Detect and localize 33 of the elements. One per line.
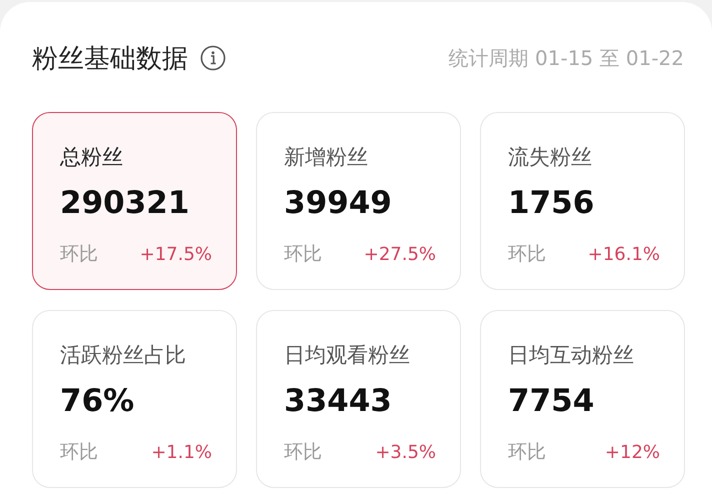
metric-label: 新增粉丝 <box>284 144 369 171</box>
compare-label: 环比 <box>508 440 546 465</box>
metric-card[interactable]: 流失粉丝 1756 环比 +16.1% <box>480 112 685 290</box>
change-value: +27.5% <box>364 244 436 264</box>
compare-label: 环比 <box>60 242 98 267</box>
change-value: +17.5% <box>140 244 212 264</box>
metric-label: 流失粉丝 <box>508 144 593 171</box>
metric-label: 日均互动粉丝 <box>508 342 635 369</box>
period-text: 统计周期 01-15 至 01-22 <box>448 44 684 72</box>
metric-card[interactable]: 新增粉丝 39949 环比 +27.5% <box>256 112 461 290</box>
metric-value: 7754 <box>508 383 596 419</box>
metric-card[interactable]: 日均观看粉丝 33443 环比 +3.5% <box>256 310 461 488</box>
metric-value: 39949 <box>284 185 393 221</box>
metric-card[interactable]: 活跃粉丝占比 76% 环比 +1.1% <box>32 310 237 488</box>
metric-label: 总粉丝 <box>60 144 124 171</box>
change-value: +1.1% <box>151 442 212 462</box>
metric-label: 活跃粉丝占比 <box>60 342 187 369</box>
compare-label: 环比 <box>284 242 322 267</box>
metric-value: 1756 <box>508 185 596 221</box>
compare-label: 环比 <box>60 440 98 465</box>
section-title: 粉丝基础数据 <box>32 42 188 76</box>
metric-value: 290321 <box>60 185 190 221</box>
change-value: +12% <box>604 442 660 462</box>
change-value: +16.1% <box>588 244 660 264</box>
change-value: +3.5% <box>375 442 436 462</box>
metric-card[interactable]: 日均互动粉丝 7754 环比 +12% <box>480 310 685 488</box>
info-icon[interactable] <box>200 45 226 71</box>
compare-label: 环比 <box>508 242 546 267</box>
metric-card[interactable]: 总粉丝 290321 环比 +17.5% <box>32 112 237 290</box>
metric-value: 76% <box>60 383 136 419</box>
compare-label: 环比 <box>284 440 322 465</box>
metric-label: 日均观看粉丝 <box>284 342 411 369</box>
metric-value: 33443 <box>284 383 393 419</box>
